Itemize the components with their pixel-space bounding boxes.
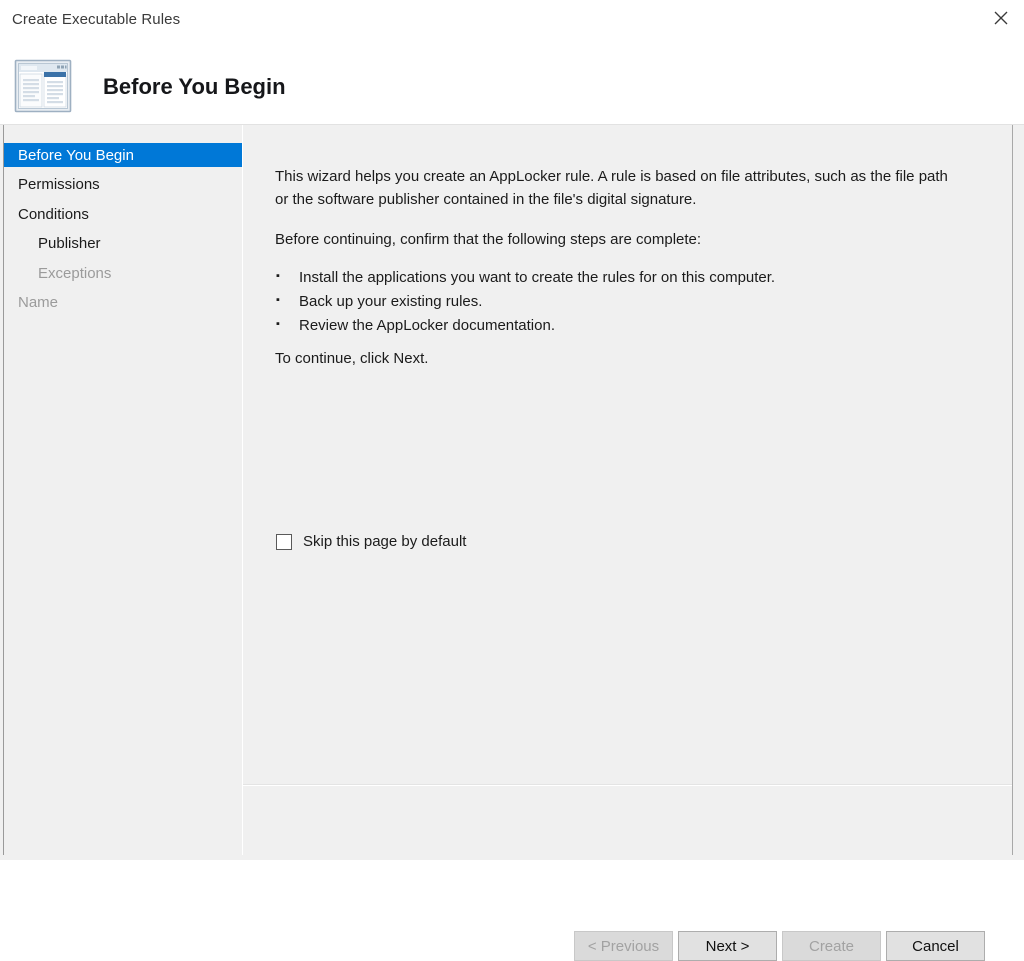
prerequisites-list: Install the applications you want to cre… bbox=[275, 266, 965, 338]
sidebar-item-label: Exceptions bbox=[4, 265, 111, 282]
sidebar-item-permissions[interactable]: Permissions bbox=[4, 172, 242, 196]
sidebar-item-conditions[interactable]: Conditions bbox=[4, 202, 242, 226]
continue-instruction: To continue, click Next. bbox=[275, 347, 955, 370]
wizard-header: Before You Begin bbox=[0, 42, 1024, 124]
sidebar-item-before-you-begin[interactable]: Before You Begin bbox=[4, 143, 242, 167]
skip-page-checkbox-row[interactable]: Skip this page by default bbox=[276, 533, 466, 550]
create-button: Create bbox=[782, 931, 881, 961]
sidebar-item-name: Name bbox=[4, 290, 242, 314]
previous-button: < Previous bbox=[574, 931, 673, 961]
sidebar-item-label: Permissions bbox=[4, 176, 100, 193]
title-bar: Create Executable Rules bbox=[0, 0, 1024, 42]
sidebar-left-border bbox=[3, 125, 4, 860]
window-right-border bbox=[1012, 125, 1013, 860]
window-right-fill bbox=[1013, 125, 1024, 860]
window-title: Create Executable Rules bbox=[12, 11, 180, 28]
create-executable-rules-wizard: Create Executable Rules bbox=[0, 0, 1024, 860]
next-button[interactable]: Next > bbox=[678, 931, 777, 961]
list-item: Back up your existing rules. bbox=[275, 290, 965, 313]
prerequisites-heading: Before continuing, confirm that the foll… bbox=[275, 228, 955, 251]
page-title: Before You Begin bbox=[103, 74, 286, 100]
intro-paragraph: This wizard helps you create an AppLocke… bbox=[275, 165, 955, 211]
content-body: This wizard helps you create an AppLocke… bbox=[243, 125, 1024, 785]
next-button-label: Next > bbox=[706, 938, 750, 955]
list-item: Review the AppLocker documentation. bbox=[275, 314, 965, 337]
skip-page-checkbox[interactable] bbox=[276, 534, 292, 550]
cancel-button-label: Cancel bbox=[912, 938, 959, 955]
wizard-window-icon bbox=[14, 58, 72, 114]
sidebar-item-label: Conditions bbox=[4, 206, 89, 223]
wizard-button-bar: < Previous Next > Create Cancel bbox=[243, 786, 1024, 860]
cancel-button[interactable]: Cancel bbox=[886, 931, 985, 961]
sidebar-item-label: Before You Begin bbox=[4, 147, 134, 164]
window-bottom-fill bbox=[0, 855, 1024, 860]
sidebar-item-label: Name bbox=[4, 294, 58, 311]
skip-page-checkbox-label: Skip this page by default bbox=[303, 533, 466, 550]
wizard-content-panel: This wizard helps you create an AppLocke… bbox=[243, 125, 1024, 860]
sidebar-item-publisher[interactable]: Publisher bbox=[4, 231, 242, 255]
previous-button-label: < Previous bbox=[588, 938, 659, 955]
sidebar-item-exceptions: Exceptions bbox=[4, 261, 242, 285]
close-icon[interactable] bbox=[978, 0, 1024, 36]
sidebar-item-label: Publisher bbox=[4, 235, 101, 252]
list-item: Install the applications you want to cre… bbox=[275, 266, 965, 289]
create-button-label: Create bbox=[809, 938, 854, 955]
wizard-step-sidebar: Before You Begin Permissions Conditions … bbox=[0, 125, 243, 860]
